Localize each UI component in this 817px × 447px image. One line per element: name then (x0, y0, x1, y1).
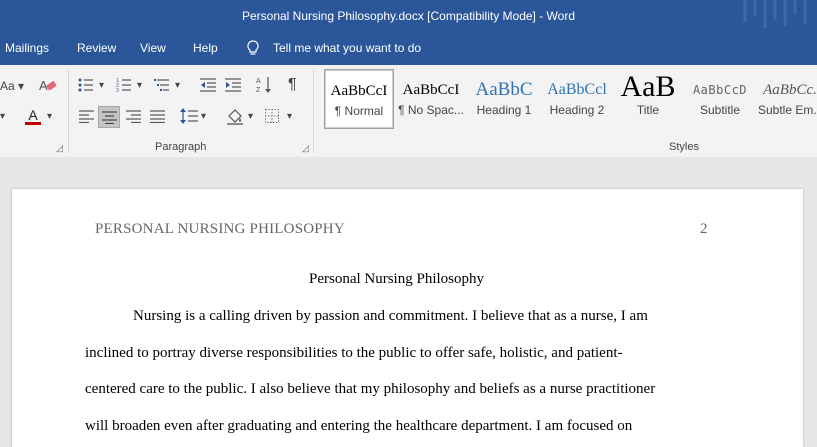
font-color-icon: A (28, 107, 38, 123)
shading-dropdown[interactable]: ▾ (248, 108, 253, 126)
style-preview: AaBbCcI (402, 82, 460, 98)
ribbon-tabs: Mailings Review View Help Tell me what y… (0, 32, 817, 65)
shading-icon[interactable] (226, 107, 244, 125)
tab-help[interactable]: Help (193, 41, 218, 55)
lightbulb-icon[interactable] (246, 40, 260, 57)
body-line[interactable]: centered care to the public. I also beli… (85, 381, 655, 398)
window-title: Personal Nursing Philosophy.docx [Compat… (241, 9, 576, 23)
body-line[interactable]: inclined to portray diverse responsibili… (85, 345, 623, 362)
style-name: ¶ Normal (334, 104, 384, 118)
numbering-dropdown[interactable]: ▾ (137, 77, 142, 95)
style-name: Subtle Em... (758, 103, 817, 117)
font-dialog-launcher[interactable]: ◿ (56, 143, 63, 154)
ribbon: Aa ▾ A ▾ A ▾ ◿ ▾ 123 ▾ ▾ AZ ¶ ▾ ▾ ▾ Para… (0, 65, 817, 158)
multilevel-list-icon[interactable] (154, 78, 170, 92)
style-preview: AaBbC (475, 79, 533, 100)
change-case-button[interactable]: Aa ▾ (0, 77, 24, 95)
align-center-button[interactable] (98, 106, 120, 128)
align-right-icon[interactable] (126, 110, 141, 123)
decrease-indent-icon[interactable] (200, 78, 216, 92)
style-heading-1[interactable]: AaBbC Heading 1 (470, 69, 538, 127)
tab-review[interactable]: Review (77, 41, 116, 55)
style-heading-2[interactable]: AaBbCcl Heading 2 (543, 69, 611, 127)
sort-icon[interactable]: AZ (256, 76, 272, 94)
styles-group-label: Styles (669, 141, 699, 153)
body-line[interactable]: Nursing is a calling driven by passion a… (133, 308, 648, 325)
style-preview: AaBbCc. (763, 82, 817, 98)
align-left-icon[interactable] (79, 110, 94, 123)
font-color-button[interactable]: A (24, 106, 42, 125)
style-no-spacing[interactable]: AaBbCcI ¶ No Spac... (397, 69, 465, 127)
borders-dropdown[interactable]: ▾ (287, 108, 292, 126)
show-paragraph-marks-icon[interactable]: ¶ (288, 76, 297, 94)
justify-icon[interactable] (150, 110, 165, 123)
borders-icon[interactable] (265, 109, 279, 123)
svg-text:Z: Z (256, 87, 261, 94)
style-name: ¶ No Spac... (398, 103, 464, 117)
style-preview: AaB (620, 71, 676, 103)
tab-view[interactable]: View (140, 41, 166, 55)
body-line[interactable]: will broaden even after graduating and e… (85, 418, 632, 435)
group-separator (68, 69, 69, 153)
style-name: Subtitle (699, 103, 741, 117)
title-bar: Personal Nursing Philosophy.docx [Compat… (0, 0, 817, 32)
page-number: 2 (700, 221, 708, 237)
bullets-icon[interactable] (78, 78, 94, 92)
bullets-dropdown[interactable]: ▾ (99, 77, 104, 95)
line-spacing-icon[interactable] (180, 108, 198, 124)
line-spacing-dropdown[interactable]: ▾ (201, 108, 206, 126)
group-separator (313, 69, 314, 153)
style-name: Heading 1 (476, 103, 532, 117)
svg-text:A: A (256, 78, 261, 85)
paragraph-dialog-launcher[interactable]: ◿ (302, 143, 309, 154)
style-preview: AaBbCcD (692, 83, 748, 97)
tell-me-search[interactable]: Tell me what you want to do (273, 41, 421, 55)
style-subtle-emphasis[interactable]: AaBbCc. Subtle Em... (758, 69, 817, 127)
style-preview: AaBbCcl (547, 81, 607, 98)
numbering-icon[interactable]: 123 (116, 78, 132, 92)
tab-mailings[interactable]: Mailings (5, 41, 49, 55)
highlight-dropdown[interactable]: ▾ (0, 108, 5, 126)
font-color-dropdown[interactable]: ▾ (47, 108, 52, 126)
style-subtitle[interactable]: AaBbCcD Subtitle (686, 69, 754, 127)
running-header[interactable]: PERSONAL NURSING PHILOSOPHY (95, 221, 345, 238)
increase-indent-icon[interactable] (225, 78, 241, 92)
font-color-swatch (25, 122, 41, 125)
style-name: Heading 2 (549, 103, 605, 117)
style-normal[interactable]: AaBbCcI ¶ Normal (324, 69, 394, 129)
style-name: Title (636, 103, 660, 117)
multilevel-list-dropdown[interactable]: ▾ (175, 77, 180, 95)
document-title[interactable]: Personal Nursing Philosophy (0, 271, 793, 288)
title-bar-decoration (743, 0, 807, 28)
svg-text:3: 3 (116, 88, 119, 92)
style-title[interactable]: AaB Title (614, 69, 682, 127)
clear-formatting-icon[interactable]: A (38, 77, 58, 93)
paragraph-group-label: Paragraph (155, 141, 207, 153)
style-preview: AaBbCcI (330, 83, 388, 99)
align-center-icon (102, 111, 117, 124)
